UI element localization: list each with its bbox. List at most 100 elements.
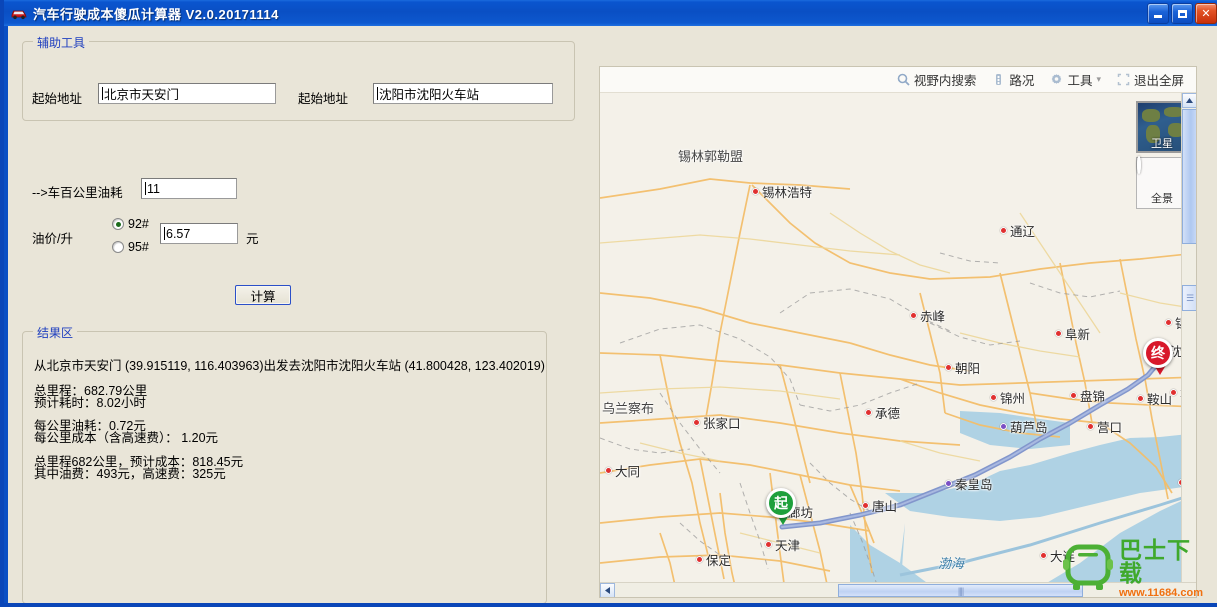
consumption-value: 11 <box>147 181 160 196</box>
map-city-label[interactable]: 鞍山 <box>1137 389 1172 408</box>
map-city-label[interactable]: 通辽 <box>1000 221 1035 240</box>
watermark-brand: 巴士下载 <box>1119 537 1191 586</box>
map-city-name: 通辽 <box>1010 225 1036 239</box>
map-search-in-view-label: 视野内搜索 <box>913 74 977 88</box>
scroll-left-button[interactable] <box>600 583 615 597</box>
map-city-dot-icon <box>765 541 772 548</box>
map-city-label[interactable]: 赤峰 <box>910 306 945 325</box>
car-icon <box>10 5 28 21</box>
map-city-dot-icon <box>605 467 612 474</box>
fuel-price-label: 油价/升 <box>32 232 73 246</box>
start-marker-pin: 起 <box>766 488 796 518</box>
fuel-92-radio[interactable]: 92# <box>112 217 149 231</box>
vertical-scroll-grip[interactable]: ☰ <box>1182 285 1196 311</box>
map-vertical-scrollbar[interactable]: ☰ <box>1181 93 1196 597</box>
watermark-url: www.11684.com <box>1119 587 1203 599</box>
map-city-name: 承德 <box>875 407 901 421</box>
maximize-button[interactable] <box>1171 3 1193 24</box>
end-address-value: 沈阳市沈阳火车站 <box>379 88 480 102</box>
map-city-label[interactable]: 锦州 <box>990 388 1025 407</box>
map-city-name: 锡林郭勒盟 <box>678 149 744 164</box>
map-city-dot-icon <box>862 502 869 509</box>
calculate-button[interactable]: 计算 <box>235 285 291 305</box>
sea-label-bohai: 渤海 <box>938 556 965 571</box>
map-city-label[interactable]: 阜新 <box>1055 324 1090 343</box>
result-line-duration: 预计耗时：8.02小时 <box>34 396 146 410</box>
window-controls: ✕ <box>1147 3 1217 24</box>
map-city-name: 朝阳 <box>955 362 981 376</box>
fuel-95-radio[interactable]: 95# <box>112 240 149 254</box>
title-bar: 汽车行驶成本傻瓜计算器 V2.0.20171114 ✕ <box>4 0 1217 26</box>
map-exit-fullscreen-button[interactable]: 退出全屏 <box>1117 70 1184 89</box>
traffic-icon <box>992 73 1005 86</box>
scroll-up-button[interactable] <box>1182 93 1196 108</box>
map-city-name: 赤峰 <box>920 310 946 324</box>
map-city-name: 唐山 <box>872 500 898 514</box>
start-marker[interactable]: 起 <box>766 488 800 528</box>
map-city-dot-icon <box>696 556 703 563</box>
map-canvas[interactable]: 渤海 锡林郭勒盟锡林浩特通辽赤峰阜新朝阳锡沈阳本锦州盘锦鞍山承德葫芦岛营口乌兰察… <box>600 93 1196 597</box>
map-tools-button[interactable]: 工具 ▾ <box>1050 70 1101 89</box>
map-city-name: 阜新 <box>1065 328 1091 342</box>
map-traffic-button[interactable]: 路况 <box>992 70 1034 89</box>
tools-group-title: 辅助工具 <box>33 34 90 51</box>
map-city-dot-icon <box>990 394 997 401</box>
map-city-label[interactable]: 张家口 <box>693 413 741 432</box>
bus-logo-icon <box>1061 541 1115 598</box>
start-address-value: 北京市天安门 <box>104 88 180 102</box>
start-address-input[interactable]: 北京市天安门 <box>98 83 276 104</box>
map-base-layer <box>600 93 1196 597</box>
map-city-name: 鞍山 <box>1147 393 1173 407</box>
map-toolbar: 视野内搜索 路况 工具 ▾ 退出全屏 <box>600 67 1196 93</box>
map-city-dot-icon <box>1165 319 1172 326</box>
map-city-label[interactable]: 天津 <box>765 535 800 554</box>
minimize-button[interactable] <box>1147 3 1169 24</box>
end-address-label: 起始地址 <box>298 92 349 106</box>
map-exit-fullscreen-label: 退出全屏 <box>1133 74 1184 88</box>
radio-indicator-92 <box>112 218 124 230</box>
chevron-down-icon: ▾ <box>1096 74 1101 84</box>
vertical-scroll-thumb[interactable] <box>1182 109 1196 244</box>
map-city-dot-icon <box>752 188 759 195</box>
end-marker[interactable]: 终 <box>1143 338 1177 378</box>
map-city-dot-icon <box>1000 423 1007 430</box>
map-city-label[interactable]: 营口 <box>1087 417 1122 436</box>
map-city-label[interactable]: 大同 <box>605 461 640 480</box>
close-button[interactable]: ✕ <box>1195 3 1217 24</box>
map-traffic-label: 路况 <box>1009 74 1035 88</box>
satellite-view-label: 卫星 <box>1151 138 1173 150</box>
map-city-label[interactable]: 葫芦岛 <box>1000 417 1048 436</box>
map-city-label[interactable]: 锡林郭勒盟 <box>678 146 743 165</box>
consumption-input[interactable]: 11 <box>141 178 237 199</box>
map-city-name: 葫芦岛 <box>1010 421 1048 435</box>
map-city-label[interactable]: 保定 <box>696 550 731 569</box>
map-city-label[interactable]: 锡林浩特 <box>752 182 812 201</box>
result-line-cost-per-km: 每公里成本（含高速费）： 1.20元 <box>34 431 219 445</box>
map-city-dot-icon <box>1055 330 1062 337</box>
map-city-name: 保定 <box>706 554 732 568</box>
end-marker-pin: 终 <box>1143 338 1173 368</box>
map-panel: 视野内搜索 路况 工具 ▾ 退出全屏 渤海 锡林郭勒盟 锡林浩特 通辽 赤峰 阜… <box>599 66 1197 598</box>
map-city-label[interactable]: 秦皇岛 <box>945 474 993 493</box>
map-city-label[interactable]: 盘锦 <box>1070 386 1105 405</box>
map-city-label[interactable]: 承德 <box>865 403 900 422</box>
result-line-cost-breakdown: 其中油费：493元，高速费：325元 <box>34 467 226 481</box>
end-address-input[interactable]: 沈阳市沈阳火车站 <box>373 83 553 104</box>
panorama-icon <box>1137 156 1141 174</box>
map-city-label[interactable]: 乌兰察布 <box>602 398 654 417</box>
map-city-label[interactable]: 朝阳 <box>945 358 980 377</box>
map-city-name: 张家口 <box>703 417 741 431</box>
result-group-title: 结果区 <box>33 324 78 341</box>
tools-group: 辅助工具 <box>22 34 575 121</box>
map-city-name: 盘锦 <box>1080 390 1106 404</box>
map-search-in-view-button[interactable]: 视野内搜索 <box>897 70 977 89</box>
fuel-price-input[interactable]: 6.57 <box>160 223 238 244</box>
map-city-label[interactable]: 唐山 <box>862 496 897 515</box>
map-city-dot-icon <box>693 419 700 426</box>
gear-icon <box>1050 73 1063 86</box>
panorama-view-label: 全景 <box>1151 193 1173 205</box>
application-window: 汽车行驶成本傻瓜计算器 V2.0.20171114 ✕ 辅助工具 起始地址 北京… <box>0 0 1217 607</box>
fuel-92-label: 92# <box>128 217 149 231</box>
map-city-name: 锦州 <box>1000 392 1026 406</box>
horizontal-scroll-thumb[interactable]: |||| <box>838 584 1083 597</box>
